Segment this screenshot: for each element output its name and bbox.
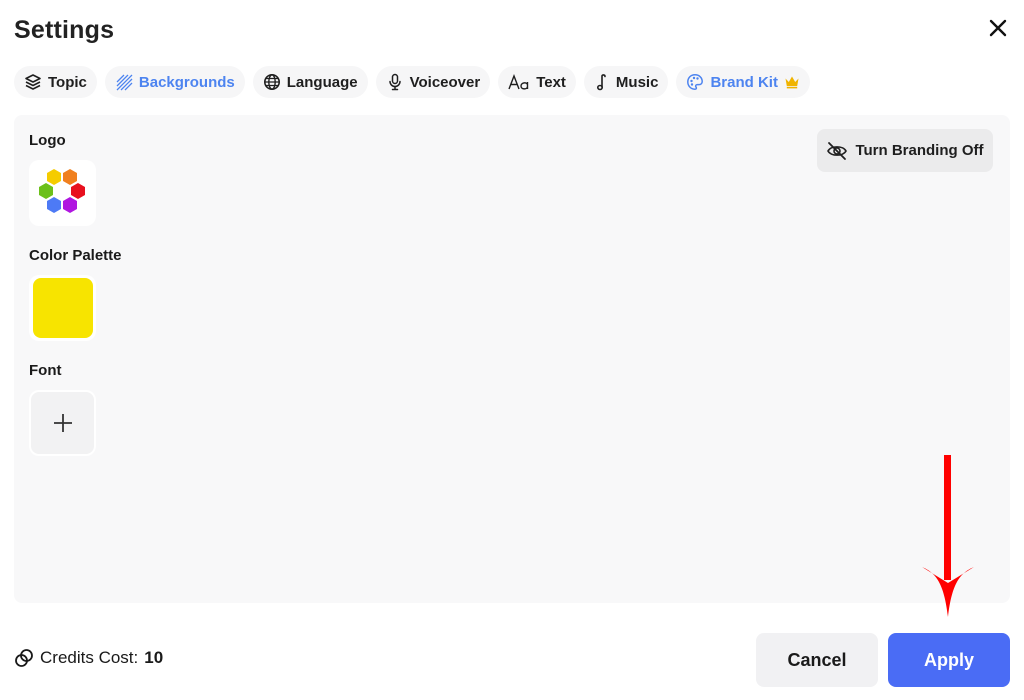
turn-branding-off-button[interactable]: Turn Branding Off <box>817 129 993 172</box>
logo-label: Logo <box>29 132 66 149</box>
close-button[interactable] <box>986 16 1010 40</box>
hatch-pattern-icon <box>116 74 133 91</box>
font-label: Font <box>29 362 62 379</box>
tab-backgrounds[interactable]: Backgrounds <box>104 66 245 98</box>
tab-topic[interactable]: Topic <box>14 66 97 98</box>
dialog-title: Settings <box>14 16 115 44</box>
tab-text[interactable]: Text <box>498 66 576 98</box>
text-aa-icon <box>508 74 529 90</box>
cancel-button[interactable]: Cancel <box>756 633 878 687</box>
tab-label: Topic <box>48 73 87 91</box>
add-font-button[interactable] <box>29 390 96 456</box>
coins-icon <box>15 649 33 667</box>
close-icon <box>989 19 1007 37</box>
logo-upload[interactable] <box>29 160 96 226</box>
tab-label: Voiceover <box>409 73 481 91</box>
credits-value: 10 <box>144 648 164 667</box>
color-palette-label: Color Palette <box>29 247 122 264</box>
credits-cost: Credits Cost: 10 <box>14 648 163 668</box>
layers-icon <box>25 74 41 90</box>
apply-button[interactable]: Apply <box>888 633 1010 687</box>
settings-tabs: Topic Backgrounds Language Voiceover Tex… <box>14 66 810 98</box>
brand-kit-panel: Logo Color Palette Font Turn Branding Of… <box>14 115 1010 603</box>
music-note-icon <box>596 74 606 91</box>
tab-voiceover[interactable]: Voiceover <box>375 66 491 98</box>
globe-icon <box>263 74 280 90</box>
crown-icon <box>785 76 799 89</box>
tab-music[interactable]: Music <box>583 66 669 98</box>
hexagon-flower-logo <box>38 169 85 213</box>
tab-brand-kit[interactable]: Brand Kit <box>676 66 810 98</box>
tab-label: Music <box>615 73 659 91</box>
palette-icon <box>687 74 704 90</box>
tab-language[interactable]: Language <box>252 66 368 98</box>
eye-off-icon <box>827 141 848 160</box>
tab-label: Text <box>536 73 566 91</box>
color-swatch-fill <box>32 278 93 338</box>
tab-label: Language <box>286 73 358 91</box>
microphone-icon <box>388 73 401 91</box>
color-swatch[interactable] <box>29 275 96 341</box>
tab-label: Brand Kit <box>710 73 778 91</box>
turn-branding-off-label: Turn Branding Off <box>855 142 984 159</box>
credits-label: Credits Cost: <box>40 648 139 667</box>
plus-icon <box>53 414 72 432</box>
tab-label: Backgrounds <box>138 73 235 91</box>
